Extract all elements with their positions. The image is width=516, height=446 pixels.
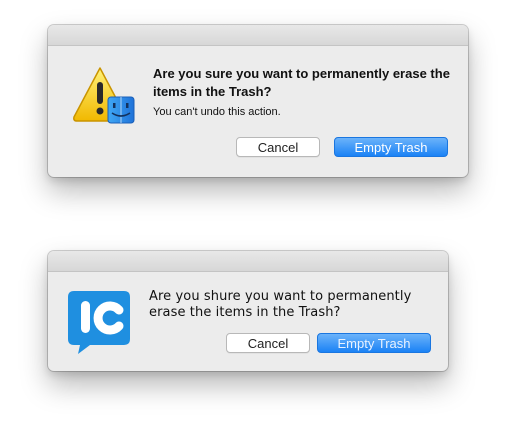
cancel-button[interactable]: Cancel [226, 333, 310, 353]
cancel-button[interactable]: Cancel [236, 137, 320, 157]
cancel-button-label: Cancel [247, 336, 289, 351]
dialog-titlebar[interactable] [48, 25, 468, 46]
dialog-titlebar[interactable] [48, 251, 448, 272]
alert-message: Are you shure you want to permanently er… [149, 289, 412, 320]
lc-chat-logo-icon [68, 289, 132, 355]
alert-title: Are you sure you want to permanently era… [153, 66, 450, 99]
empty-trash-button-label: Empty Trash [337, 336, 411, 351]
alert-dialog-native: Are you sure you want to permanently era… [48, 25, 468, 177]
empty-trash-button[interactable]: Empty Trash [334, 137, 448, 157]
empty-trash-button-label: Empty Trash [354, 140, 428, 155]
caution-finder-icon [70, 65, 138, 127]
alert-dialog-custom: Are you shure you want to permanently er… [48, 251, 448, 371]
alert-informative-text: You can't undo this action. [153, 106, 281, 118]
empty-trash-button[interactable]: Empty Trash [317, 333, 431, 353]
cancel-button-label: Cancel [257, 140, 299, 155]
